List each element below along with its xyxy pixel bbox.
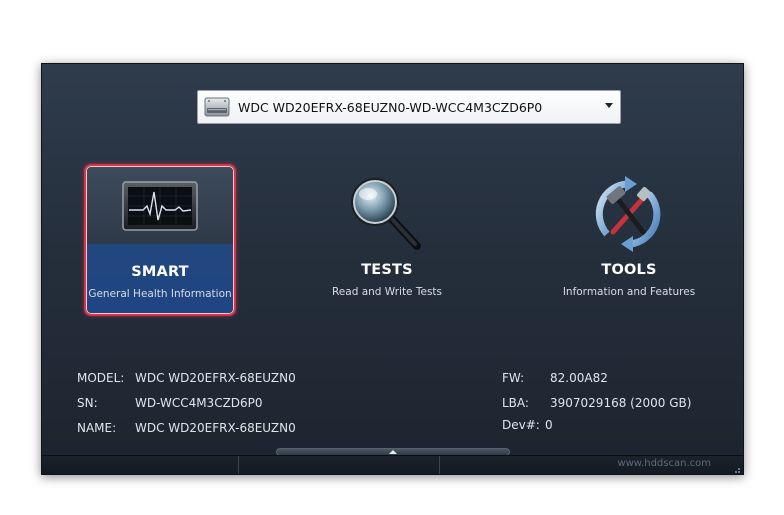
lba-value: 3907029168 (2000 GB) [550, 396, 692, 410]
sn-label: SN: [77, 396, 98, 410]
model-label: MODEL: [77, 371, 125, 385]
dev-value: 0 [545, 418, 553, 432]
chevron-down-icon[interactable] [605, 103, 613, 108]
hard-drive-icon [204, 96, 230, 118]
tests-subtitle: Read and Write Tests [331, 286, 443, 298]
smart-title: SMART [131, 264, 189, 280]
tools-subtitle: Information and Features [562, 286, 696, 298]
status-separator [439, 456, 440, 474]
lba-label: LBA: [502, 396, 529, 410]
resize-grip-icon[interactable] [731, 462, 741, 473]
fw-value: 82.00A82 [550, 371, 608, 385]
monitor-heartbeat-icon [86, 176, 234, 246]
status-bar: www.hddscan.com [42, 455, 743, 474]
tools-refresh-icon [554, 176, 704, 252]
model-value: WDC WD20EFRX-68EUZN0 [135, 371, 296, 385]
sn-value: WD-WCC4M3CZD6P0 [135, 396, 263, 410]
smart-subtitle: General Health Information [88, 288, 232, 300]
name-label: NAME: [77, 421, 117, 435]
website-link[interactable]: www.hddscan.com [617, 458, 711, 469]
tests-title: TESTS [361, 262, 413, 278]
fw-label: FW: [502, 371, 525, 385]
magnifier-icon [312, 178, 462, 250]
hddscan-window: WDC WD20EFRX-68EUZN0-WD-WCC4M3CZD6P0 SMA… [41, 63, 744, 475]
tools-tile[interactable]: TOOLS Information and Features [554, 168, 704, 318]
tools-title: TOOLS [601, 262, 657, 278]
tests-tile[interactable]: TESTS Read and Write Tests [312, 168, 462, 318]
smart-tile[interactable]: SMART General Health Information [84, 164, 236, 316]
status-separator [238, 456, 239, 474]
dev-label: Dev#: [502, 418, 540, 432]
chevron-up-icon [389, 450, 397, 454]
drive-select-dropdown[interactable]: WDC WD20EFRX-68EUZN0-WD-WCC4M3CZD6P0 [197, 90, 621, 124]
name-value: WDC WD20EFRX-68EUZN0 [135, 421, 296, 435]
drive-select-value: WDC WD20EFRX-68EUZN0-WD-WCC4M3CZD6P0 [238, 100, 543, 115]
